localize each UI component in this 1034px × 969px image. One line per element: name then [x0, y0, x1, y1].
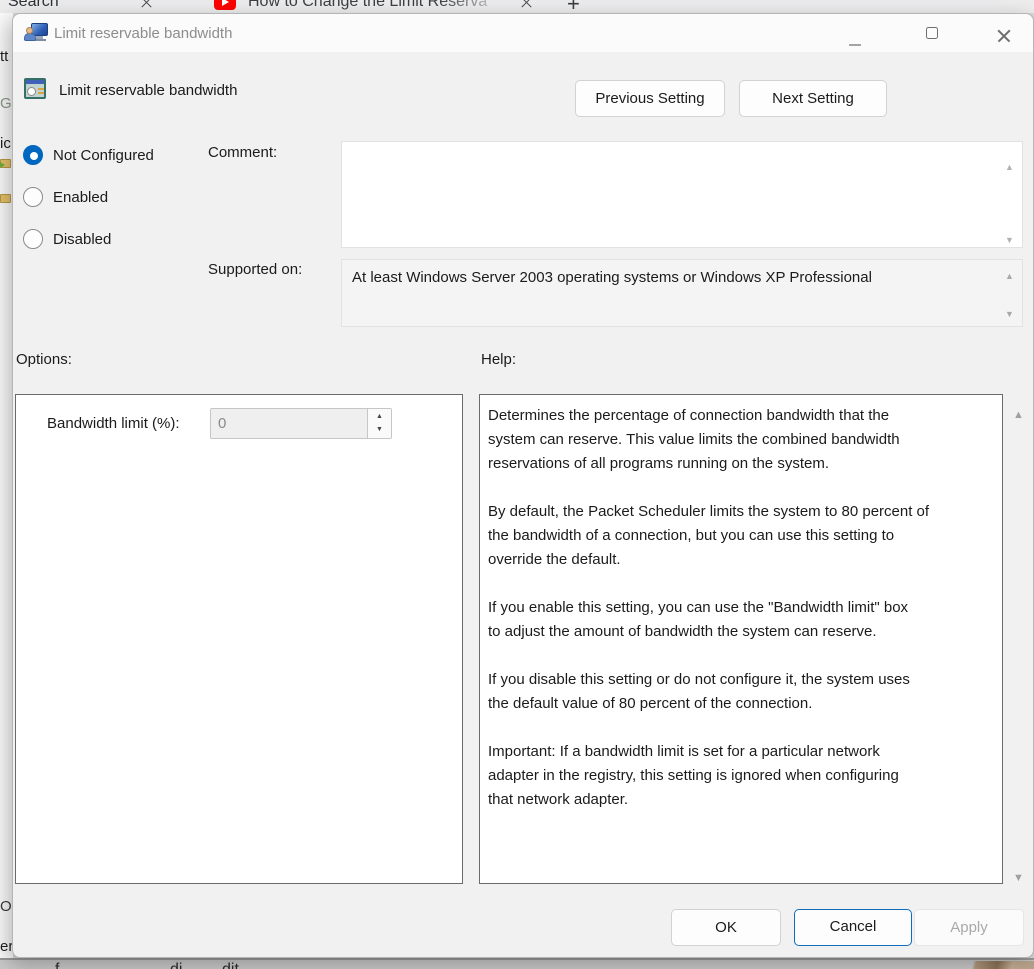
radio-label: Not Configured	[53, 147, 154, 164]
scroll-up-icon[interactable]: ▲	[1005, 272, 1014, 281]
bandwidth-limit-value: 0	[218, 415, 226, 432]
cancel-button[interactable]: Cancel	[794, 909, 912, 946]
help-paragraph: By default, the Packet Scheduler limits …	[488, 500, 994, 572]
options-panel: Bandwidth limit (%): 0 ▲ ▼	[15, 394, 463, 884]
radio-unselected-icon[interactable]	[23, 187, 43, 207]
bandwidth-limit-label: Bandwidth limit (%):	[47, 415, 180, 432]
browser-tab-strip: Search How to Change the Limit Reserva +	[0, 0, 1034, 13]
next-setting-button[interactable]: Next Setting	[739, 80, 887, 117]
folder-icon	[0, 159, 11, 168]
help-text-panel: Determines the percentage of connection …	[479, 394, 1003, 884]
background-window-bottom-edge: f di dit	[0, 958, 1034, 969]
scroll-down-icon[interactable]: ▼	[1005, 310, 1014, 319]
help-paragraph: If you disable this setting or do not co…	[488, 668, 994, 716]
tab-search-label[interactable]: Search	[8, 0, 59, 11]
radio-disabled[interactable]: Disabled	[23, 229, 111, 249]
minimize-icon[interactable]	[849, 44, 861, 46]
help-paragraph: Determines the percentage of connection …	[488, 404, 994, 476]
radio-label: Disabled	[53, 231, 111, 248]
help-paragraph: If you enable this setting, you can use …	[488, 596, 994, 644]
bg-text-fragment: di	[170, 961, 182, 969]
radio-unselected-icon[interactable]	[23, 229, 43, 249]
bandwidth-limit-input: 0 ▲ ▼	[210, 408, 392, 439]
folder-icon	[0, 194, 11, 203]
previous-setting-button[interactable]: Previous Setting	[575, 80, 725, 117]
bg-text-fragment: ic	[0, 135, 11, 152]
spin-up-icon: ▲	[368, 409, 391, 424]
group-policy-icon	[26, 22, 48, 42]
dialog-title: Limit reservable bandwidth	[54, 25, 232, 42]
scroll-down-icon[interactable]: ▼	[1013, 874, 1024, 883]
scroll-up-icon[interactable]: ▲	[1005, 163, 1014, 172]
setting-name: Limit reservable bandwidth	[59, 82, 237, 99]
supported-on-label: Supported on:	[208, 261, 302, 278]
spin-down-icon: ▼	[368, 424, 391, 439]
policy-setting-icon	[24, 78, 46, 99]
help-label: Help:	[481, 351, 516, 368]
policy-setting-dialog: Limit reservable bandwidth Limit reserva…	[12, 13, 1034, 958]
supported-on-field[interactable]: At least Windows Server 2003 operating s…	[341, 259, 1023, 327]
tab-label-fade	[440, 0, 525, 13]
options-label: Options:	[16, 351, 72, 368]
bg-text-fragment: dit	[222, 961, 239, 969]
comment-label: Comment:	[208, 144, 277, 161]
tab-youtube-close-icon[interactable]	[520, 0, 534, 10]
scroll-up-icon[interactable]: ▲	[1013, 411, 1024, 420]
bg-text-fragment: tt	[0, 48, 8, 65]
bg-text-fragment: G	[0, 95, 12, 112]
radio-not-configured[interactable]: Not Configured	[23, 145, 154, 165]
help-paragraph: Important: If a bandwidth limit is set f…	[488, 740, 994, 812]
scroll-down-icon[interactable]: ▼	[1005, 236, 1014, 245]
close-icon[interactable]	[996, 28, 1012, 44]
bg-text-fragment: f	[55, 961, 59, 969]
maximize-icon[interactable]	[926, 27, 938, 39]
bg-video-fragment	[944, 961, 1034, 969]
ok-button[interactable]: OK	[671, 909, 781, 946]
youtube-favicon	[214, 0, 236, 10]
dialog-titlebar: Limit reservable bandwidth	[13, 14, 1033, 52]
spinner-buttons: ▲ ▼	[367, 409, 391, 438]
new-tab-icon[interactable]: +	[567, 0, 580, 13]
radio-selected-icon[interactable]	[23, 145, 43, 165]
comment-textarea[interactable]	[341, 141, 1023, 248]
radio-enabled[interactable]: Enabled	[23, 187, 108, 207]
radio-label: Enabled	[53, 189, 108, 206]
tab-search-close-icon[interactable]	[140, 0, 154, 10]
apply-button: Apply	[914, 909, 1024, 946]
